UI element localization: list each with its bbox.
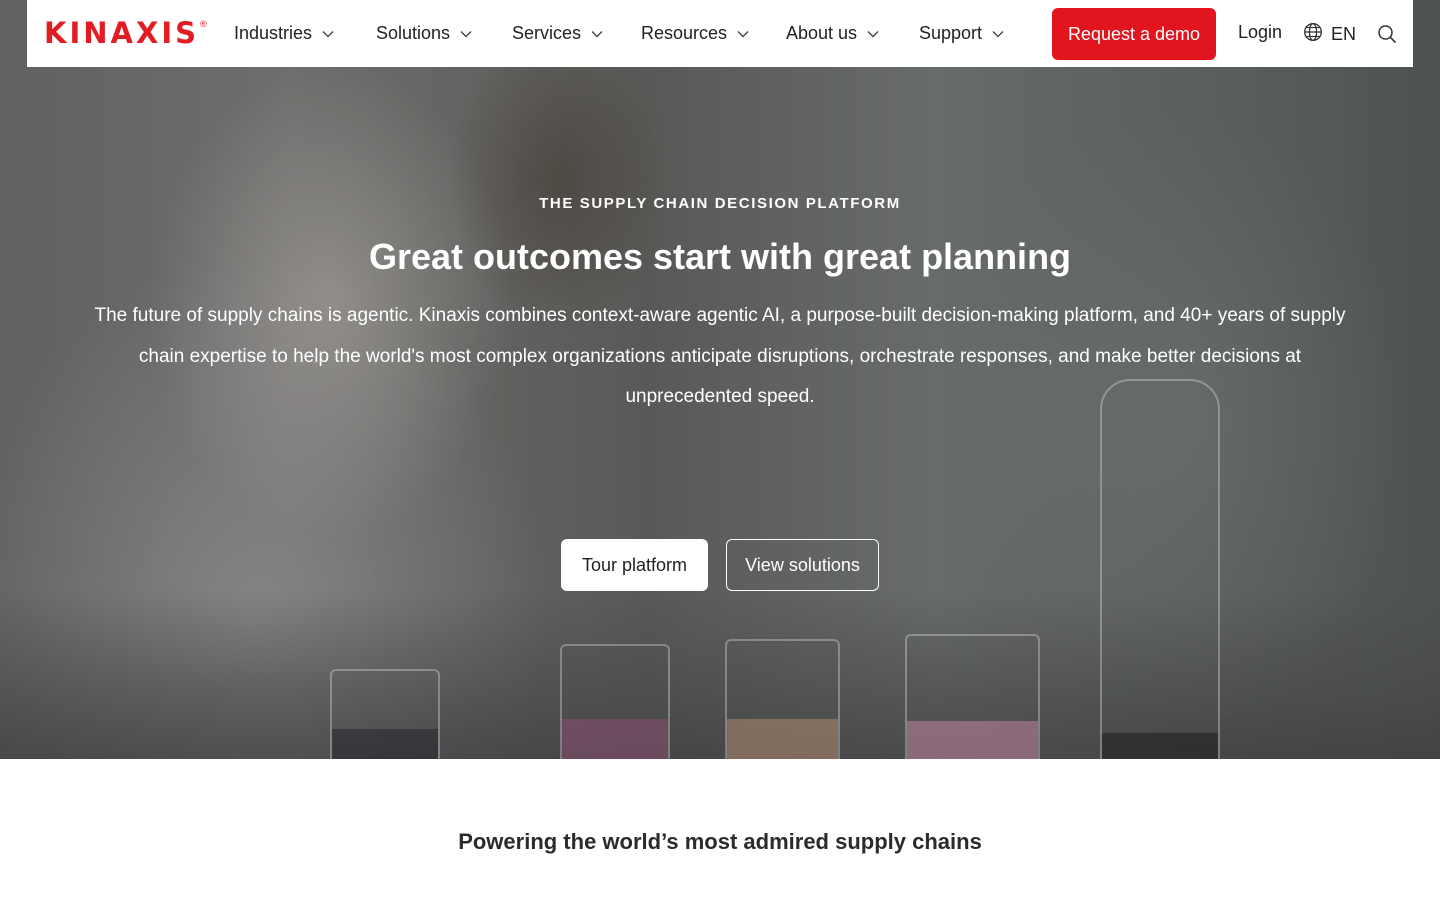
nav-item-label: About us <box>786 23 858 43</box>
logo-text: KINAXIS <box>44 16 200 50</box>
nav-item-label: Resources <box>641 23 728 43</box>
customers-section-title: Powering the world’s most admired supply… <box>458 829 982 854</box>
language-selector[interactable]: EN <box>1303 22 1356 47</box>
view-solutions-button[interactable]: View solutions <box>726 539 879 591</box>
nav-item-about-us[interactable]: About us <box>786 23 919 44</box>
language-label: EN <box>1331 24 1357 44</box>
request-demo-button[interactable]: Request a demo <box>1052 8 1216 60</box>
nav-item-label: Industries <box>234 23 313 43</box>
nav-item-services[interactable]: Services <box>512 23 641 44</box>
main-menu: Industries Solutions Services Resources … <box>234 0 1029 67</box>
chevron-down-icon <box>322 27 336 41</box>
logo-registered-mark: ® <box>200 19 207 29</box>
hero-description: The future of supply chains is agentic. … <box>94 305 1346 407</box>
hero-beaker-image <box>905 634 1040 759</box>
login-link[interactable]: Login <box>1238 22 1282 43</box>
nav-item-support[interactable]: Support <box>919 23 1029 44</box>
hero-eyebrow: THE SUPPLY CHAIN DECISION PLATFORM <box>539 195 901 212</box>
kinaxis-logo[interactable]: KINAXIS ® <box>44 16 207 50</box>
hero-beaker-image <box>560 644 670 759</box>
nav-item-label: Services <box>512 23 582 43</box>
hero-cta-group: Tour platform View solutions <box>0 539 1440 591</box>
hero-beaker-image <box>725 639 840 759</box>
nav-item-label: Solutions <box>376 23 451 43</box>
nav-item-solutions[interactable]: Solutions <box>376 23 512 44</box>
globe-icon <box>1303 22 1331 47</box>
chevron-down-icon <box>737 27 751 41</box>
hero-headline: Great outcomes start with great planning <box>368 236 1072 277</box>
chevron-down-icon <box>992 27 1006 41</box>
hero-lab-bench-image <box>0 589 1440 759</box>
search-icon[interactable] <box>1377 24 1397 49</box>
nav-item-label: Support <box>919 23 983 43</box>
chevron-down-icon <box>591 27 605 41</box>
chevron-down-icon <box>460 27 474 41</box>
chevron-down-icon <box>867 27 881 41</box>
tour-platform-button[interactable]: Tour platform <box>561 539 708 591</box>
hero-beaker-image <box>330 669 440 759</box>
nav-item-industries[interactable]: Industries <box>234 23 376 44</box>
top-navigation: KINAXIS ® Industries Solutions Services … <box>27 0 1413 67</box>
nav-item-resources[interactable]: Resources <box>641 23 786 44</box>
